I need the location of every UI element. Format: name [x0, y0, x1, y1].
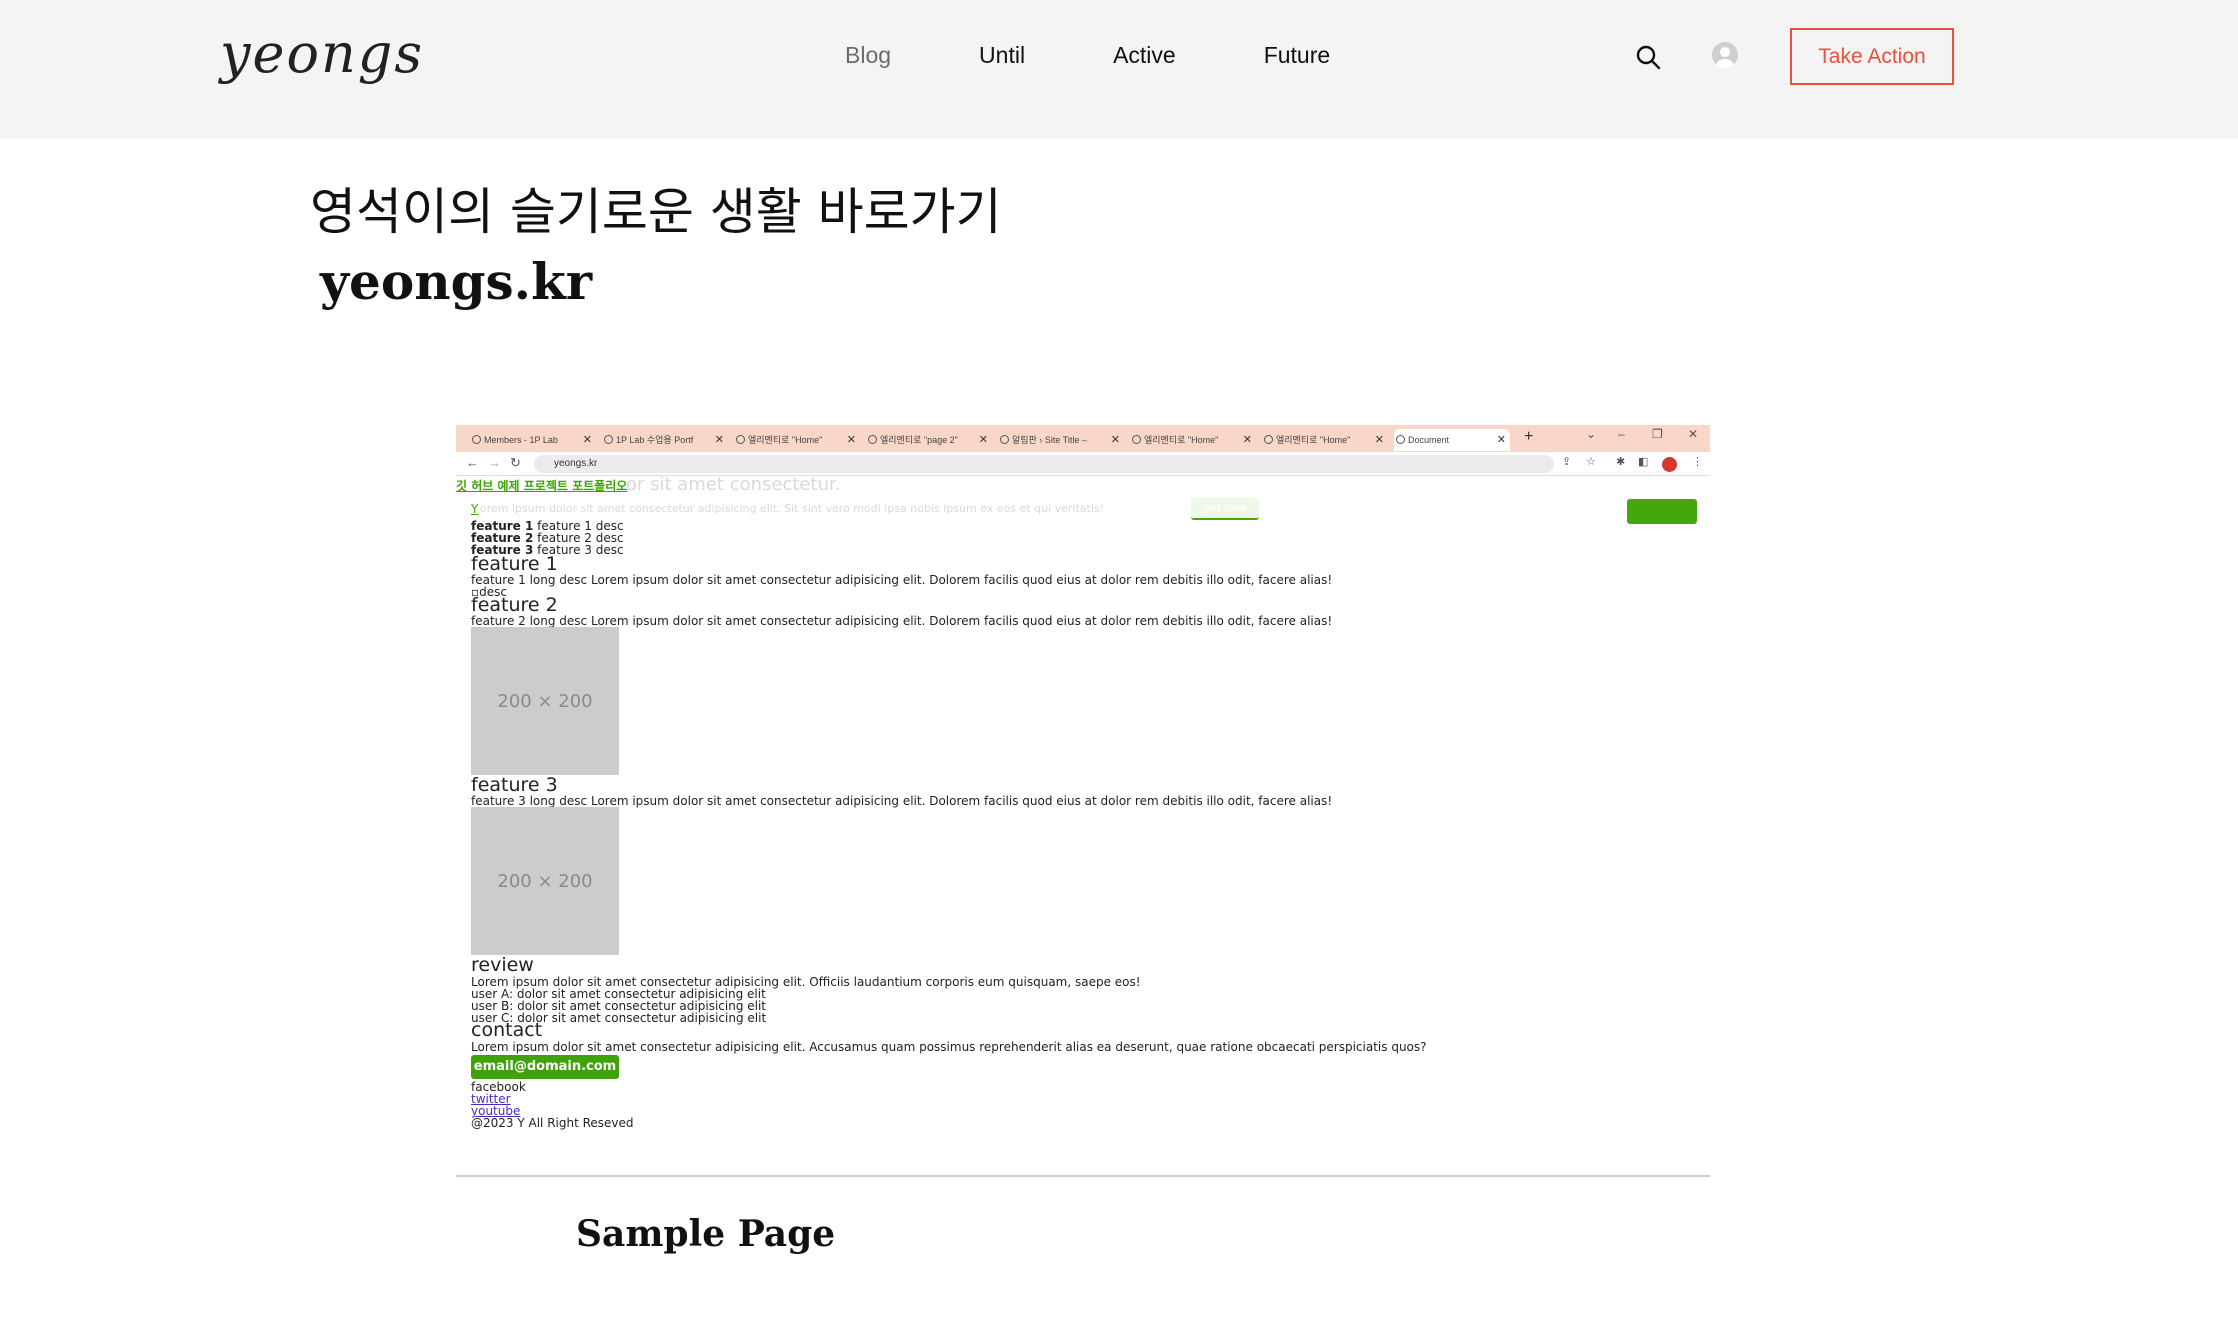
page-title: 영석이의 슬기로운 생활 바로가기: [310, 183, 1002, 241]
header-green-button: [1627, 499, 1697, 524]
tab-search-icon: ⌄: [1586, 427, 1597, 441]
nav-item-future[interactable]: Future: [1264, 42, 1330, 69]
browser-screenshot-image: Members - 1P Lab ✕ 1P Lab 수업용 Portf ✕ 엘리멘티…: [456, 425, 1710, 1140]
contact-text: Lorem ipsum dolor sit amet consectetur a…: [471, 1040, 1427, 1054]
user-avatar-icon[interactable]: [1712, 42, 1738, 68]
share-icon: ⇪: [1562, 456, 1572, 468]
close-window-icon: ✕: [1688, 427, 1699, 441]
browser-toolbar: ← → ↻ yeongs.kr ⇪ ☆ ✱ ◧ ⋮: [456, 452, 1710, 476]
portfolio-link: 깃 허브 예제 프로젝트 포트폴리오: [456, 479, 628, 493]
profile-icon: [1662, 457, 1677, 472]
extensions-icon: ✱: [1616, 456, 1626, 468]
sidebar-icon: ◧: [1638, 456, 1649, 468]
review-title: review: [471, 954, 534, 976]
reload-icon: ↻: [510, 455, 521, 470]
feature-2-text: feature 2 long desc Lorem ipsum dolor si…: [471, 614, 1333, 628]
feature-3-text: feature 3 long desc Lorem ipsum dolor si…: [471, 794, 1333, 808]
address-bar: yeongs.kr: [534, 455, 1554, 473]
browser-tab: 엘리멘티로 "Home" ✕: [1130, 429, 1256, 451]
email-button: email@domain.com: [471, 1055, 619, 1079]
content-divider: [456, 1175, 1710, 1177]
placeholder-image: 200 × 200: [471, 627, 619, 775]
take-action-button[interactable]: Take Action: [1790, 28, 1954, 85]
nav-item-blog[interactable]: Blog: [845, 42, 891, 69]
feature-2-title: feature 2: [471, 594, 558, 616]
restore-icon: ❐: [1652, 427, 1663, 441]
get-now-button: get now: [1191, 498, 1259, 520]
placeholder-image: 200 × 200: [471, 807, 619, 955]
feature-1-title: feature 1: [471, 553, 558, 575]
copyright: @2023 Y All Right Reseved: [471, 1116, 634, 1130]
contact-title: contact: [471, 1019, 543, 1041]
logo-link: Y: [471, 502, 479, 516]
browser-tab: 엘리멘티로 "page 2" ✕: [866, 429, 992, 451]
browser-tab: Members - 1P Lab ✕: [470, 429, 596, 451]
site-link-heading[interactable]: yeongs.kr: [320, 252, 592, 311]
nav-item-until[interactable]: Until: [979, 42, 1025, 69]
new-tab-icon: +: [1524, 428, 1534, 445]
site-logo[interactable]: yeongs: [220, 22, 424, 85]
nav-item-active[interactable]: Active: [1113, 42, 1176, 69]
main-nav: Blog Until Active Future: [845, 42, 1418, 69]
menu-icon: ⋮: [1692, 456, 1703, 468]
site-header: yeongs Blog Until Active Future Take Act…: [0, 0, 2238, 139]
back-icon: ←: [466, 455, 479, 470]
browser-tab: 알림판 › Site Title – ✕: [998, 429, 1124, 451]
browser-tab: 엘리멘티로 "Home" ✕: [1262, 429, 1388, 451]
forward-icon: →: [488, 455, 501, 470]
browser-tab-bar: Members - 1P Lab ✕ 1P Lab 수업용 Portf ✕ 엘리멘티…: [456, 425, 1710, 452]
hero-text-faded: orem ipsum dolor sit amet consectetur ad…: [480, 502, 1105, 515]
star-icon: ☆: [1586, 456, 1596, 468]
hero-heading-faded: or sit amet consectetur.: [626, 474, 841, 495]
search-icon[interactable]: [1634, 43, 1662, 71]
browser-tab-active: Document ✕: [1394, 429, 1510, 451]
browser-tab: 1P Lab 수업용 Portf ✕: [602, 429, 728, 451]
sample-page-heading: Sample Page: [576, 1213, 836, 1255]
minimize-icon: –: [1618, 427, 1625, 441]
feature-3-title: feature 3: [471, 774, 558, 796]
browser-tab: 엘리멘티로 "Home" ✕: [734, 429, 860, 451]
feature-1-text: feature 1 long desc Lorem ipsum dolor si…: [471, 573, 1333, 587]
